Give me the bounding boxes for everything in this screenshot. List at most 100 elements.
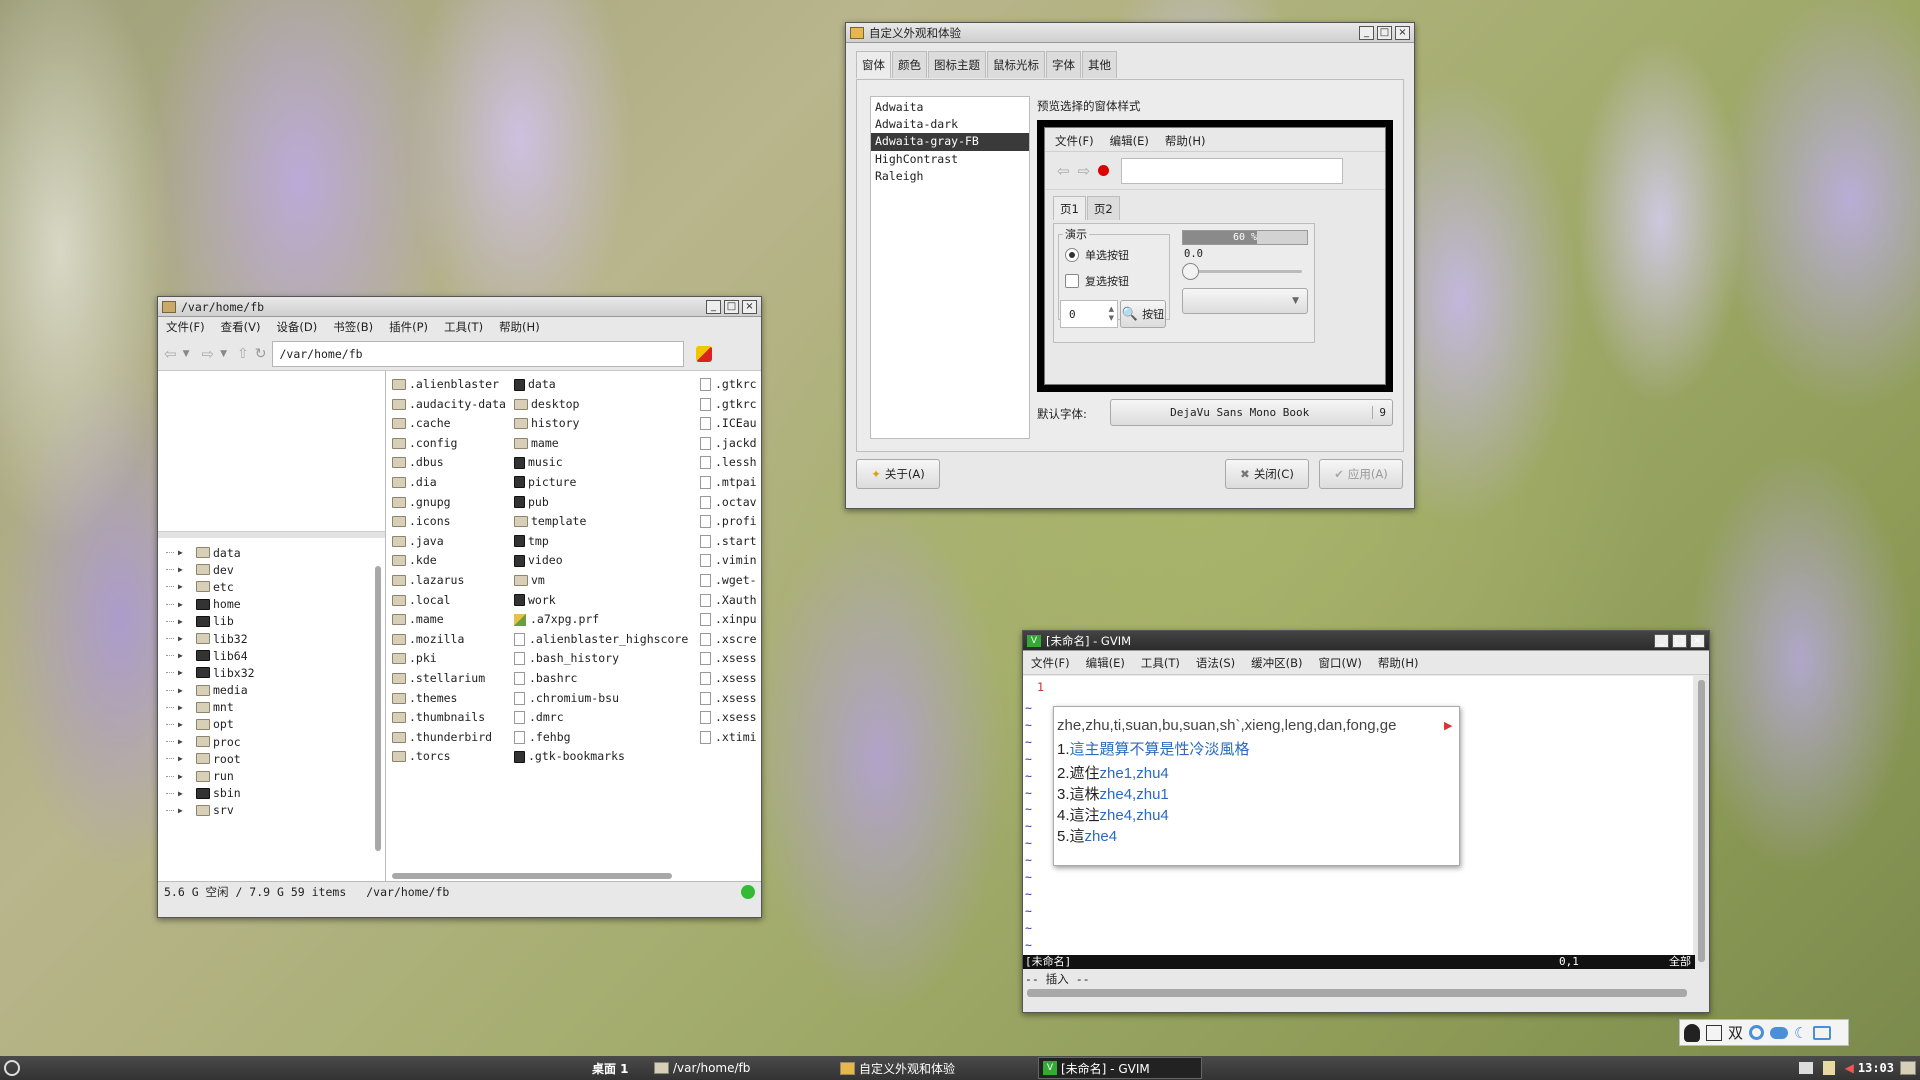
- file-item[interactable]: .gtk-bookmarks: [514, 749, 700, 769]
- expander-icon[interactable]: ▶: [178, 668, 196, 677]
- theme-item[interactable]: HighContrast: [871, 151, 1029, 168]
- ime-double-pinyin[interactable]: 双: [1728, 1022, 1743, 1043]
- tree-item[interactable]: ▶ etc: [158, 578, 385, 595]
- spin-button[interactable]: 0 ▲ ▼: [1060, 300, 1118, 328]
- menu-item[interactable]: 工具(T): [1133, 655, 1188, 671]
- file-item[interactable]: .thunderbird: [392, 730, 514, 750]
- preview-tab[interactable]: 页2: [1086, 196, 1120, 220]
- file-item[interactable]: .wget-: [700, 573, 760, 593]
- file-item[interactable]: .xsess: [700, 651, 760, 671]
- task-gvim[interactable]: V [未命名] - GVIM: [1038, 1057, 1202, 1079]
- penguin-icon[interactable]: [1684, 1023, 1700, 1042]
- ime-candidate[interactable]: 2.遮住zhe1,zhu4: [1057, 763, 1459, 784]
- file-item[interactable]: .ICEau: [700, 416, 760, 436]
- ime-candidate[interactable]: 5.這zhe4: [1057, 826, 1459, 847]
- file-item[interactable]: .xscre: [700, 632, 760, 652]
- expander-icon[interactable]: ▶: [178, 548, 196, 557]
- ime-punct-icon[interactable]: [1749, 1025, 1765, 1040]
- file-item[interactable]: .lessh: [700, 455, 760, 475]
- file-item[interactable]: .gnupg: [392, 495, 514, 515]
- minimize-button[interactable]: _: [1654, 633, 1669, 648]
- vim-hscrollbar[interactable]: [1027, 989, 1687, 997]
- preview-tab[interactable]: 页1: [1053, 196, 1086, 220]
- menu-item[interactable]: 查看(V): [213, 319, 269, 335]
- file-item[interactable]: mame: [514, 436, 700, 456]
- file-item[interactable]: .mame: [392, 612, 514, 632]
- menu-item[interactable]: 工具(T): [436, 319, 491, 335]
- file-item[interactable]: .chromium-bsu: [514, 691, 700, 711]
- file-item[interactable]: .dmrc: [514, 710, 700, 730]
- file-item[interactable]: .gtkrc: [700, 377, 760, 397]
- file-item[interactable]: .icons: [392, 514, 514, 534]
- menu-item[interactable]: 帮助(H): [1157, 133, 1214, 149]
- file-list-scrollbar[interactable]: [392, 873, 672, 879]
- tree-item[interactable]: ▶ lib: [158, 613, 385, 630]
- expander-icon[interactable]: ▶: [178, 703, 196, 712]
- file-item[interactable]: .fehbg: [514, 730, 700, 750]
- file-item[interactable]: video: [514, 553, 700, 573]
- tab-1[interactable]: 颜色: [892, 51, 927, 78]
- combo-box[interactable]: ▼: [1182, 288, 1308, 314]
- file-item[interactable]: .cache: [392, 416, 514, 436]
- cloud-icon[interactable]: [1770, 1026, 1789, 1039]
- maximize-button[interactable]: □: [1377, 25, 1392, 40]
- preview-entry[interactable]: [1121, 157, 1344, 184]
- file-item[interactable]: tmp: [514, 534, 700, 554]
- file-item[interactable]: .start: [700, 534, 760, 554]
- menu-item[interactable]: 帮助(H): [1370, 655, 1427, 671]
- file-item[interactable]: .mtpai: [700, 475, 760, 495]
- tree-item[interactable]: ▶ lib64: [158, 647, 385, 664]
- minimize-button[interactable]: _: [1359, 25, 1374, 40]
- file-item[interactable]: .themes: [392, 691, 514, 711]
- tree-item[interactable]: ▶ lib32: [158, 630, 385, 647]
- tree-item[interactable]: ▶ dev: [158, 561, 385, 578]
- moon-icon[interactable]: ☾: [1794, 1024, 1807, 1042]
- maximize-button[interactable]: □: [724, 299, 739, 314]
- file-item[interactable]: .thumbnails: [392, 710, 514, 730]
- tree-item[interactable]: ▶ srv: [158, 802, 385, 819]
- expander-icon[interactable]: ▶: [178, 754, 196, 763]
- up-icon[interactable]: ⇧: [237, 346, 249, 362]
- menu-item[interactable]: 设备(D): [268, 319, 325, 335]
- file-item[interactable]: .xsess: [700, 710, 760, 730]
- expander-icon[interactable]: ▶: [178, 582, 196, 591]
- file-item[interactable]: .xsess: [700, 691, 760, 711]
- tab-2[interactable]: 图标主题: [928, 51, 986, 78]
- expander-icon[interactable]: ▶: [178, 806, 196, 815]
- file-item[interactable]: .octav: [700, 495, 760, 515]
- file-item[interactable]: .vimin: [700, 553, 760, 573]
- ime-candidate[interactable]: 4.這注zhe4,zhu4: [1057, 805, 1459, 826]
- file-item[interactable]: .a7xpg.prf: [514, 612, 700, 632]
- file-item[interactable]: .profi: [700, 514, 760, 534]
- expander-icon[interactable]: ▶: [178, 651, 196, 660]
- radio-button[interactable]: 单选按钮: [1065, 247, 1129, 263]
- ime-mode-icon[interactable]: [1706, 1024, 1722, 1041]
- file-item[interactable]: .java: [392, 534, 514, 554]
- file-item[interactable]: .kde: [392, 553, 514, 573]
- folder-icon[interactable]: [1900, 1061, 1916, 1075]
- demo-button[interactable]: 🔍 按钮: [1120, 300, 1166, 328]
- tree-item[interactable]: ▶ media: [158, 682, 385, 699]
- appearance-titlebar[interactable]: 自定义外观和体验 _ □ ×: [846, 23, 1414, 43]
- tree-item[interactable]: ▶ run: [158, 767, 385, 784]
- back-icon[interactable]: ⇦: [1057, 162, 1070, 180]
- scale-slider[interactable]: [1182, 263, 1302, 280]
- file-item[interactable]: .jackd: [700, 436, 760, 456]
- record-icon[interactable]: [1098, 165, 1110, 176]
- caret-right-icon[interactable]: ▶: [1444, 719, 1452, 732]
- location-input[interactable]: /var/home/fb: [272, 340, 685, 367]
- file-item[interactable]: .xinpu: [700, 612, 760, 632]
- chevron-down-icon[interactable]: ▼: [183, 349, 190, 359]
- tree-item[interactable]: ▶ mnt: [158, 699, 385, 716]
- tree-item[interactable]: ▶ opt: [158, 716, 385, 733]
- chevron-down-icon[interactable]: ▼: [1109, 314, 1114, 323]
- tree-item[interactable]: ▶ root: [158, 750, 385, 767]
- file-item[interactable]: picture: [514, 475, 700, 495]
- file-item[interactable]: history: [514, 416, 700, 436]
- file-item[interactable]: work: [514, 593, 700, 613]
- tree-item[interactable]: ▶ sbin: [158, 785, 385, 802]
- file-item[interactable]: .alienblaster_highscore: [514, 632, 700, 652]
- menu-item[interactable]: 编辑(E): [1078, 655, 1133, 671]
- menu-item[interactable]: 文件(F): [158, 319, 213, 335]
- file-item[interactable]: .gtkrc: [700, 397, 760, 417]
